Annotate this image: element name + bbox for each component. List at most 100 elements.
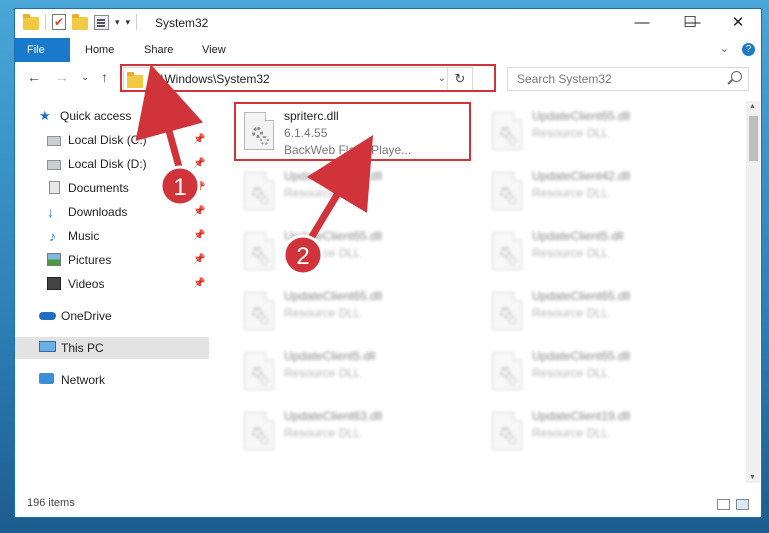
close-button[interactable]: ✕ xyxy=(715,9,761,38)
properties-icon[interactable] xyxy=(94,14,109,30)
disk-icon xyxy=(47,160,61,170)
dll-gear-icon xyxy=(492,112,522,150)
file-description: BackWeb Flash Playe... xyxy=(284,143,412,157)
sidebar-item-this-pc[interactable]: This PC xyxy=(15,337,209,359)
refresh-icon[interactable]: ↻ xyxy=(447,68,472,90)
sidebar-item-network[interactable]: Network xyxy=(39,369,209,391)
pin-icon: 📌 xyxy=(193,182,206,193)
sidebar-item-local-disk-d[interactable]: Local Disk (D:) 📌 xyxy=(47,153,209,175)
ribbon-controls: ⌄ ? xyxy=(720,42,755,56)
tab-view[interactable]: View xyxy=(190,38,238,62)
disk-icon xyxy=(47,136,61,146)
dll-gear-icon xyxy=(244,292,274,330)
pin-icon: 📌 xyxy=(193,134,206,145)
scroll-thumb[interactable] xyxy=(749,116,758,161)
file-item[interactable]: UpdateClient65.dll Resource DLL xyxy=(236,166,456,224)
expand-ribbon-icon[interactable]: ⌄ xyxy=(720,43,729,55)
pin-icon: 📌 xyxy=(193,230,206,241)
navigation-pane: ★ Quick access Local Disk (C:) 📌 Local D… xyxy=(15,101,210,491)
address-bar[interactable]: C:\Windows\System32 ⌄ ↻ xyxy=(123,67,473,91)
maximize-button[interactable]: ☐ xyxy=(667,9,713,38)
videos-icon xyxy=(47,277,61,290)
chevron-down-icon[interactable]: ▾ xyxy=(115,17,120,28)
help-icon[interactable]: ? xyxy=(742,43,755,56)
recent-locations-icon[interactable]: ⌄ xyxy=(81,72,89,83)
new-folder-icon[interactable] xyxy=(72,13,88,30)
sidebar-item-onedrive[interactable]: OneDrive xyxy=(39,305,209,327)
dll-gear-icon xyxy=(492,352,522,390)
dll-gear-icon xyxy=(244,352,274,390)
pin-icon: 📌 xyxy=(193,254,206,265)
file-item[interactable]: UpdateClient65.dll Resource DLL xyxy=(236,226,456,284)
address-path[interactable]: C:\Windows\System32 xyxy=(149,72,270,86)
search-box[interactable]: Search System32 xyxy=(507,67,749,91)
dll-gear-icon xyxy=(492,172,522,210)
quick-access-toolbar: ✔ ▾ ▾ xyxy=(23,13,138,30)
file-item[interactable]: UpdateClient65.dll Resource DLL xyxy=(236,286,456,344)
dll-gear-icon xyxy=(244,232,274,270)
file-name: spriterc.dll xyxy=(284,109,339,123)
customize-toolbar-icon[interactable]: ▾ xyxy=(126,17,131,28)
tab-home[interactable]: Home xyxy=(73,38,126,62)
properties-checkbox-icon[interactable]: ✔ xyxy=(52,14,66,30)
pictures-icon xyxy=(47,253,61,266)
file-item[interactable]: UpdateClient65.dll Resource DLL xyxy=(484,286,704,344)
tab-file[interactable]: File xyxy=(15,38,70,62)
details-view-icon[interactable] xyxy=(717,499,730,510)
minimize-button[interactable]: — xyxy=(619,9,665,38)
download-icon: ↓ xyxy=(47,204,54,220)
file-item[interactable]: UpdateClient5.dll Resource DLL xyxy=(236,346,456,404)
sidebar-item-music[interactable]: ♪ Music 📌 xyxy=(47,225,209,247)
sidebar-item-local-disk-c[interactable]: Local Disk (C:) 📌 xyxy=(47,129,209,151)
file-item[interactable]: UpdateClient19.dll Resource DLL xyxy=(484,406,704,464)
folder-icon xyxy=(127,72,143,88)
sidebar-item-videos[interactable]: Videos 📌 xyxy=(47,273,209,295)
scroll-down-icon[interactable]: ▼ xyxy=(749,474,756,481)
tab-share[interactable]: Share xyxy=(132,38,185,62)
document-icon xyxy=(49,181,60,194)
item-count: 196 items xyxy=(27,497,75,509)
file-item[interactable]: UpdateClient65.dll Resource DLL xyxy=(484,346,704,404)
pin-icon: 📌 xyxy=(193,278,206,289)
network-icon xyxy=(39,373,54,384)
ribbon-tabs: File Home Share View ⌄ ? xyxy=(15,38,761,63)
sidebar-item-pictures[interactable]: Pictures 📌 xyxy=(47,249,209,271)
dll-gear-icon xyxy=(492,292,522,330)
file-item[interactable]: UpdateClient63.dll Resource DLL xyxy=(236,406,456,464)
cloud-icon xyxy=(39,312,56,320)
pin-icon: 📌 xyxy=(193,158,206,169)
dll-gear-icon xyxy=(244,172,274,210)
file-item[interactable]: UpdateClient42.dll Resource DLL xyxy=(484,166,704,224)
file-item[interactable]: UpdateClient65.dll Resource DLL xyxy=(484,106,704,164)
sidebar-item-downloads[interactable]: ↓ Downloads 📌 xyxy=(47,201,209,223)
forward-arrow-icon[interactable]: → xyxy=(55,69,69,85)
sidebar-item-documents[interactable]: Documents 📌 xyxy=(47,177,209,199)
toolbar-divider xyxy=(136,14,138,30)
navigation-bar: ← → ⌄ ↑ C:\Windows\System32 ⌄ ↻ Search S… xyxy=(15,62,761,94)
pin-icon: 📌 xyxy=(193,206,206,217)
sidebar-item-quick-access[interactable]: ★ Quick access xyxy=(39,105,209,127)
search-placeholder[interactable]: Search System32 xyxy=(517,72,612,86)
file-item[interactable]: UpdateClient5.dll Resource DLL xyxy=(484,226,704,284)
dll-gear-icon xyxy=(244,412,274,450)
scroll-up-icon[interactable]: ▲ xyxy=(749,103,756,110)
vertical-scrollbar[interactable]: ▲ ▼ xyxy=(746,101,760,483)
file-item-spriterc[interactable]: spriterc.dll 6.1.4.55 BackWeb Flash Play… xyxy=(236,106,456,164)
up-arrow-icon[interactable]: ↑ xyxy=(101,69,108,85)
search-icon[interactable] xyxy=(731,71,742,82)
music-icon: ♪ xyxy=(49,228,56,244)
dll-gear-icon xyxy=(244,112,274,150)
address-dropdown-icon[interactable]: ⌄ xyxy=(438,73,446,84)
folder-icon xyxy=(23,13,39,30)
computer-icon xyxy=(39,341,56,352)
explorer-window: ✔ ▾ ▾ System32 — — ☐ ✕ File Home Share V… xyxy=(14,8,762,518)
window-title: System32 xyxy=(155,16,209,30)
back-arrow-icon[interactable]: ← xyxy=(27,69,41,85)
large-icons-view-icon[interactable] xyxy=(736,499,749,510)
file-version: 6.1.4.55 xyxy=(284,126,328,140)
dll-gear-icon xyxy=(492,412,522,450)
dll-gear-icon xyxy=(492,232,522,270)
star-icon: ★ xyxy=(39,108,51,123)
toolbar-divider xyxy=(45,14,46,30)
status-bar: 196 items xyxy=(15,491,761,517)
